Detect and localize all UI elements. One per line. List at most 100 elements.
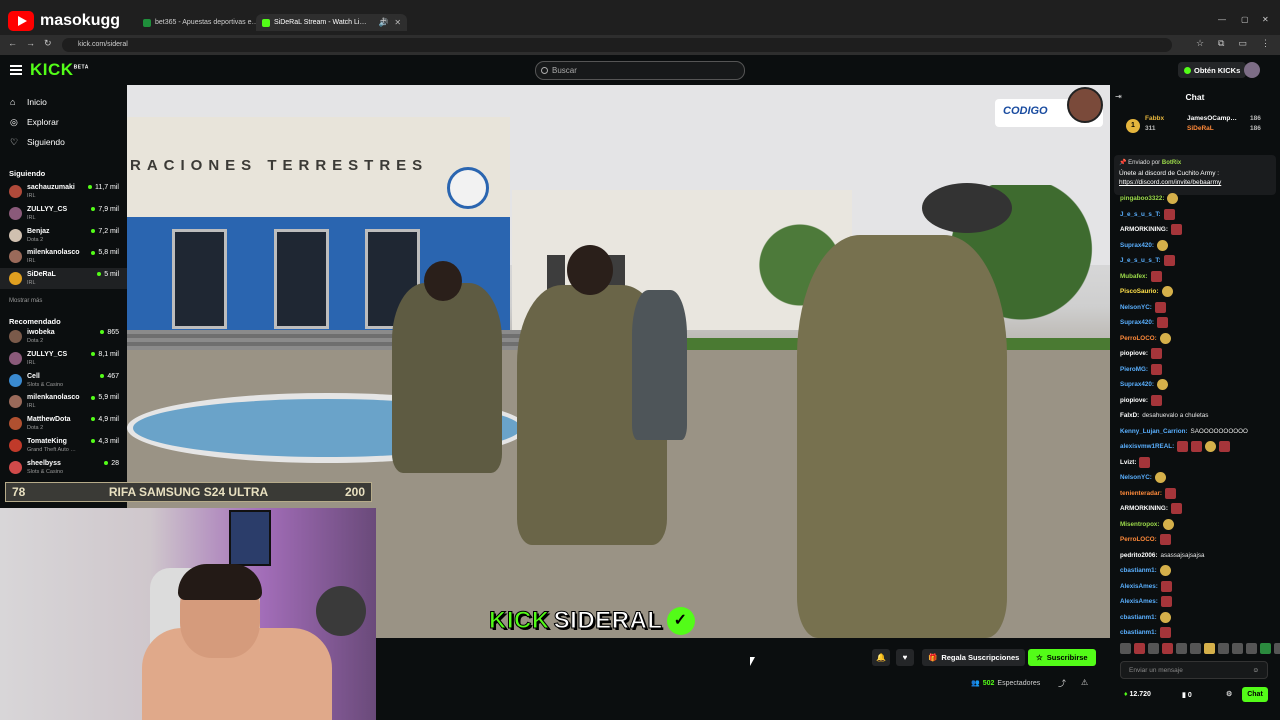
chat-username[interactable]: Suprax420: (1120, 242, 1154, 249)
emote-icon[interactable] (1148, 643, 1159, 654)
url-field[interactable]: kick.com/sideral (62, 38, 1172, 52)
chat-username[interactable]: alexisvmw1REAL: (1120, 443, 1174, 450)
recommended-title: Recomendado (9, 317, 61, 326)
emote-icon[interactable] (1232, 643, 1243, 654)
emote-icon[interactable] (1120, 643, 1131, 654)
emote-icon (1160, 596, 1172, 608)
sidebar-channel[interactable]: TomateKing Grand Theft Auto … 4,3 mil (0, 435, 127, 456)
sidebar-channel[interactable]: iwobeka Dota 2 865 (0, 326, 127, 347)
sidebar-channel[interactable]: MatthewDota Dota 2 4,9 mil (0, 413, 127, 434)
pinned-message[interactable]: 📌 Enviado por BotRix Únete al discord de… (1114, 155, 1276, 195)
sidebar-channel[interactable]: Cell Slots & Casino 467 (0, 370, 127, 391)
chat-username[interactable]: pedrito2006: (1120, 552, 1157, 559)
chat-username[interactable]: NelsonYC: (1120, 474, 1152, 481)
notification-bell-icon[interactable]: 🔔 (872, 649, 890, 666)
sidebar-channel[interactable]: SiDeRaL IRL 5 mil (0, 268, 127, 290)
get-kicks-button[interactable]: Obtén KICKs (1178, 62, 1247, 78)
chat-username[interactable]: pingaboo3322: (1120, 195, 1164, 202)
hamburger-menu-icon[interactable] (10, 65, 22, 75)
emote-icon[interactable] (1162, 643, 1173, 654)
user-avatar[interactable] (1244, 62, 1260, 78)
chat-username[interactable]: J_e_s_u_s_T: (1120, 211, 1161, 218)
chat-message-input[interactable]: Enviar un mensaje ☺ (1120, 661, 1268, 679)
channel-avatar (9, 272, 22, 286)
chat-message: ARMORKINING: (1120, 501, 1276, 517)
emote-icon[interactable] (1204, 643, 1215, 654)
emote-icon[interactable] (1190, 643, 1201, 654)
forward-icon[interactable]: → (26, 38, 35, 48)
chat-username[interactable]: tenienteradar: (1120, 490, 1162, 497)
sidebar-channel[interactable]: ZULLYY_CS IRL 8,1 mil (0, 348, 127, 369)
chat-username[interactable]: cbastianm1: (1120, 567, 1157, 574)
sidebar-channel[interactable]: sheelbyss Slots & Casino 28 (0, 457, 127, 478)
gear-icon[interactable]: ⚙ (1226, 690, 1232, 698)
sidebar-channel[interactable]: milenkanolasco IRL 5,8 mil (0, 246, 127, 267)
emote-icon[interactable] (1134, 643, 1145, 654)
chat-username[interactable]: AlexisAmes: (1120, 598, 1158, 605)
follow-heart-icon[interactable]: ♥ (896, 649, 914, 666)
back-icon[interactable]: ← (8, 38, 17, 48)
new-tab-icon[interactable]: + (380, 15, 386, 27)
send-chat-button[interactable]: Chat (1242, 687, 1268, 702)
sidebar-item-inicio[interactable]: ⌂ Inicio (10, 97, 47, 107)
address-bar: ← → ↻ kick.com/sideral ☆ ⧉ ▭ ⋮ (0, 35, 1280, 55)
chat-username[interactable]: PerroLOCO: (1120, 536, 1157, 543)
pinned-link[interactable]: https://discord.com/invite/bebaarmy (1119, 179, 1271, 186)
sidebar-channel[interactable]: Benjaz Dota 2 7,2 mil (0, 225, 127, 246)
chat-username[interactable]: Lvizt: (1120, 459, 1136, 466)
chat-username[interactable]: Mubafex: (1120, 273, 1148, 280)
close-tab-icon[interactable]: ✕ (394, 18, 401, 27)
maximize-icon[interactable]: ▢ (1241, 15, 1249, 24)
chat-username[interactable]: cbastianm1: (1120, 629, 1157, 636)
chat-username[interactable]: ARMORKINING: (1120, 226, 1168, 233)
chat-username[interactable]: PiscoSaurio: (1120, 288, 1159, 295)
sidebar-item-siguiendo[interactable]: ♡ Siguiendo (10, 137, 65, 147)
sidebar-item-explorar[interactable]: ◎ Explorar (10, 117, 59, 127)
reload-icon[interactable]: ↻ (44, 38, 52, 49)
emote-icon[interactable] (1218, 643, 1229, 654)
show-more-link[interactable]: Mostrar más (9, 298, 42, 304)
sidebar: ⌂ Inicio ◎ Explorar ♡ Siguiendo Siguiend… (0, 85, 127, 480)
star-icon[interactable]: ☆ (1196, 38, 1204, 49)
chat-username[interactable]: Suprax420: (1120, 381, 1154, 388)
chat-username[interactable]: Misentropox: (1120, 521, 1160, 528)
chat-username[interactable]: J_e_s_u_s_T: (1120, 257, 1161, 264)
sidebar-channel[interactable]: sachauzumaki IRL 11,7 mil (0, 181, 127, 202)
emote-icon[interactable] (1274, 643, 1280, 654)
chat-title: Chat (1185, 92, 1205, 102)
chat-username[interactable]: PerroLOCO: (1120, 335, 1157, 342)
channel-name: ZULLYY_CS (27, 205, 68, 213)
menu-icon[interactable]: ⋮ (1261, 38, 1270, 49)
minimize-icon[interactable]: — (1218, 15, 1226, 24)
chat-username[interactable]: ARMORKINING: (1120, 505, 1168, 512)
chat-username[interactable]: piopiove: (1120, 397, 1148, 404)
channel-points[interactable]: ♦ 12.720 (1124, 691, 1151, 698)
sidebar-channel[interactable]: milenkanolasco IRL 5,9 mil (0, 391, 127, 412)
other-counter[interactable]: ▮ 0 (1182, 691, 1192, 699)
search-input[interactable]: Buscar (535, 61, 745, 80)
report-icon[interactable]: ⚠ (1081, 678, 1088, 687)
channel-name: iwobeka (27, 329, 55, 336)
gift-subs-button[interactable]: 🎁 Regala Suscripciones (922, 649, 1026, 666)
kick-logo[interactable]: KICKBETA (30, 60, 89, 80)
sidebar-channel[interactable]: ZULLYY_CS IRL 7,9 mil (0, 203, 127, 224)
emote-icon[interactable] (1176, 643, 1187, 654)
channel-name: Cell (27, 372, 40, 380)
extensions-icon[interactable]: ⧉ (1218, 38, 1224, 49)
subscribe-button[interactable]: ☆ Suscribirse (1028, 649, 1096, 666)
streamer-hair (178, 564, 262, 600)
chat-username[interactable]: cbastianm1: (1120, 614, 1157, 621)
chat-username[interactable]: NelsonYC: (1120, 304, 1152, 311)
share-icon[interactable]: ⤴ (1058, 678, 1066, 689)
close-window-icon[interactable]: ✕ (1262, 15, 1269, 24)
chat-username[interactable]: piopiove: (1120, 350, 1148, 357)
emote-icon[interactable] (1260, 643, 1271, 654)
sidebar-toggle-icon[interactable]: ▭ (1238, 38, 1247, 49)
emote-icon[interactable] (1246, 643, 1257, 654)
chat-username[interactable]: AlexisAmes: (1120, 583, 1158, 590)
emoji-icon[interactable]: ☺ (1252, 667, 1259, 674)
chat-username[interactable]: Suprax420: (1120, 319, 1154, 326)
chat-username[interactable]: FalxD: (1120, 412, 1139, 419)
chat-username[interactable]: PieroMG: (1120, 366, 1148, 373)
chat-username[interactable]: Kenny_Lujan_Carrion: (1120, 428, 1188, 435)
